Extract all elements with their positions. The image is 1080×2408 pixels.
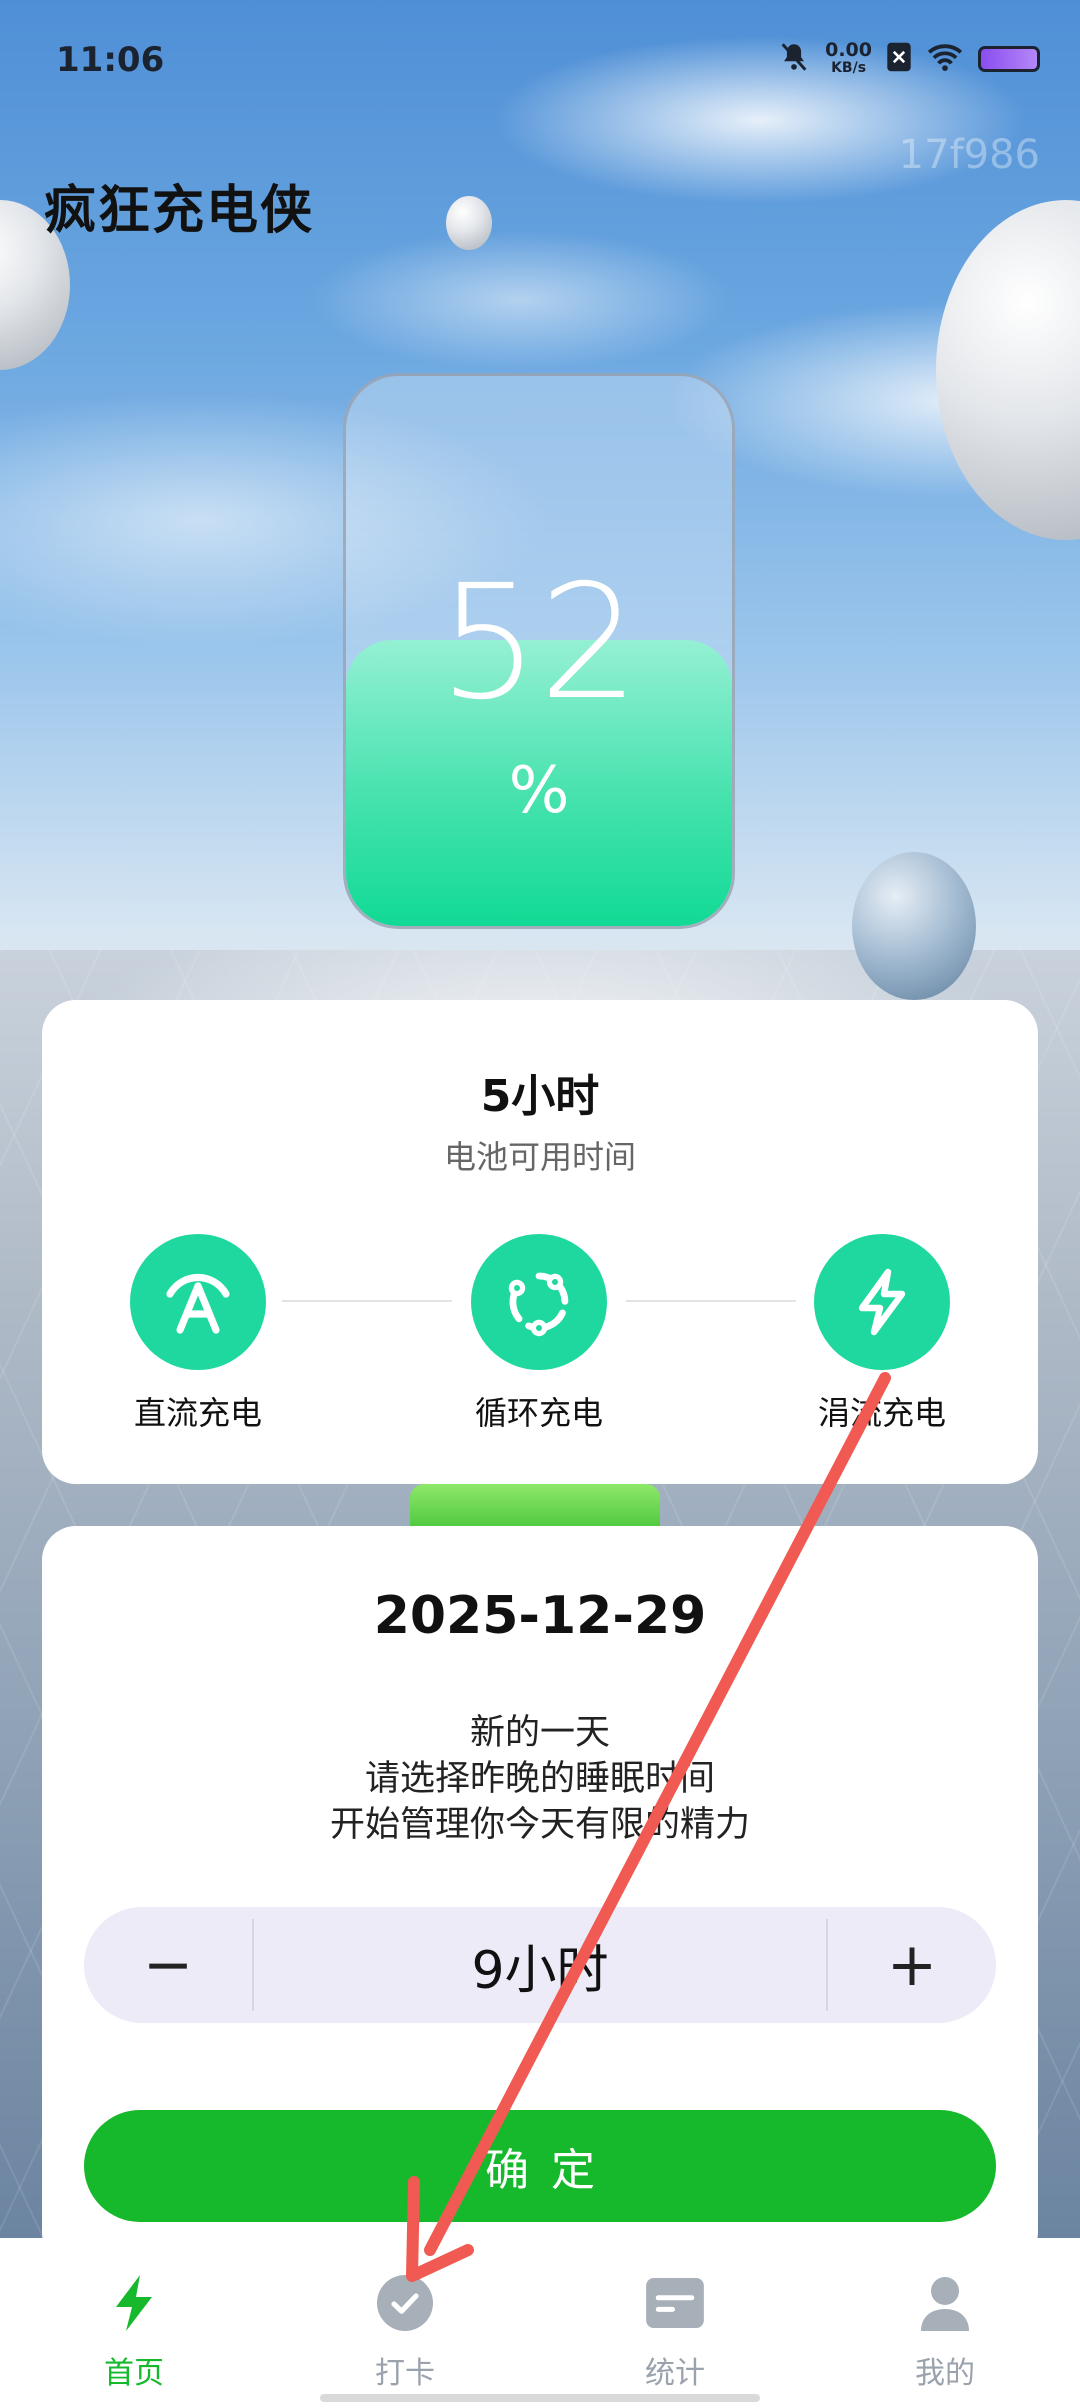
- net-speed-value: 0.00: [825, 39, 872, 61]
- mode-connector-line: [282, 1300, 452, 1302]
- bottom-nav: 首页 打卡 统计 我的: [0, 2238, 1080, 2408]
- mode-label: 涓流充电: [817, 1394, 946, 1432]
- battery-hours-subtitle: 电池可用时间: [443, 1138, 636, 1176]
- home-indicator: [320, 2394, 760, 2402]
- mode-cycle-charge[interactable]: 循环充电: [439, 1234, 639, 1434]
- mode-label: 直流充电: [133, 1394, 262, 1432]
- mode-direct-charge[interactable]: 直流充电: [98, 1234, 298, 1434]
- decrement-button[interactable]: −: [84, 1907, 252, 2023]
- battery-hours: 5小时: [480, 1071, 600, 1122]
- tab-label: 我的: [915, 2356, 975, 2391]
- cycle-icon: [471, 1234, 607, 1370]
- status-time: 11:06: [56, 40, 165, 80]
- sleep-hours-value: 9小时: [471, 1940, 609, 2001]
- tab-stats[interactable]: 统计: [605, 2268, 745, 2392]
- increment-button[interactable]: +: [828, 1907, 996, 2023]
- battery-time-card: 5小时 电池可用时间 直流充电 循环充电 涓流充电: [42, 1000, 1038, 1484]
- lightning-icon: [99, 2268, 169, 2338]
- battery-percent-sign: %: [508, 754, 570, 828]
- card-icon: [640, 2268, 710, 2338]
- tab-home[interactable]: 首页: [64, 2268, 204, 2392]
- sleep-message-line: 新的一天: [469, 1713, 610, 1753]
- wifi-icon: [926, 41, 964, 77]
- mute-bell-icon: [777, 40, 811, 78]
- decor-sphere: [446, 196, 492, 250]
- lightning-icon: [814, 1234, 950, 1370]
- watermark: 17f986: [898, 132, 1040, 178]
- tab-checkin[interactable]: 打卡: [335, 2268, 475, 2392]
- sleep-date: 2025-12-29: [373, 1586, 707, 1646]
- app-title: 疯狂充电侠: [44, 181, 315, 241]
- tab-label: 统计: [645, 2356, 705, 2391]
- status-bar: 11:06 0.00 KB/s: [0, 0, 1080, 120]
- tab-label: 打卡: [375, 2356, 435, 2391]
- sim-off-icon: [886, 41, 912, 77]
- net-speed-unit: KB/s: [831, 60, 867, 76]
- sleep-message-line: 开始管理你今天有限的精力: [329, 1805, 750, 1845]
- sleep-card: 2025-12-29 新的一天 请选择昨晚的睡眠时间 开始管理你今天有限的精力 …: [42, 1526, 1038, 2266]
- person-icon: [910, 2268, 980, 2338]
- mode-connector-line: [626, 1300, 796, 1302]
- sleep-message: 新的一天 请选择昨晚的睡眠时间 开始管理你今天有限的精力: [42, 1710, 1038, 1848]
- battery-percentage: 52: [438, 551, 640, 735]
- sleep-message-line: 请选择昨晚的睡眠时间: [364, 1759, 715, 1799]
- net-speed: 0.00 KB/s: [825, 41, 872, 77]
- decor-sphere: [852, 852, 976, 1000]
- status-icons: 0.00 KB/s: [777, 40, 1040, 78]
- battery-icon: [978, 46, 1040, 72]
- tab-me[interactable]: 我的: [875, 2268, 1015, 2392]
- battery-level-widget: 52 %: [343, 373, 735, 929]
- a-arc-icon: [130, 1234, 266, 1370]
- confirm-button[interactable]: 确定: [84, 2110, 996, 2222]
- tab-label: 首页: [104, 2356, 164, 2391]
- mode-trickle-charge[interactable]: 涓流充电: [782, 1234, 982, 1434]
- sleep-hours-stepper: − 9小时 +: [84, 1907, 996, 2023]
- charge-modes: 直流充电 循环充电 涓流充电: [42, 1234, 1038, 1434]
- mode-label: 循环充电: [474, 1394, 603, 1432]
- check-circle-icon: [370, 2268, 440, 2338]
